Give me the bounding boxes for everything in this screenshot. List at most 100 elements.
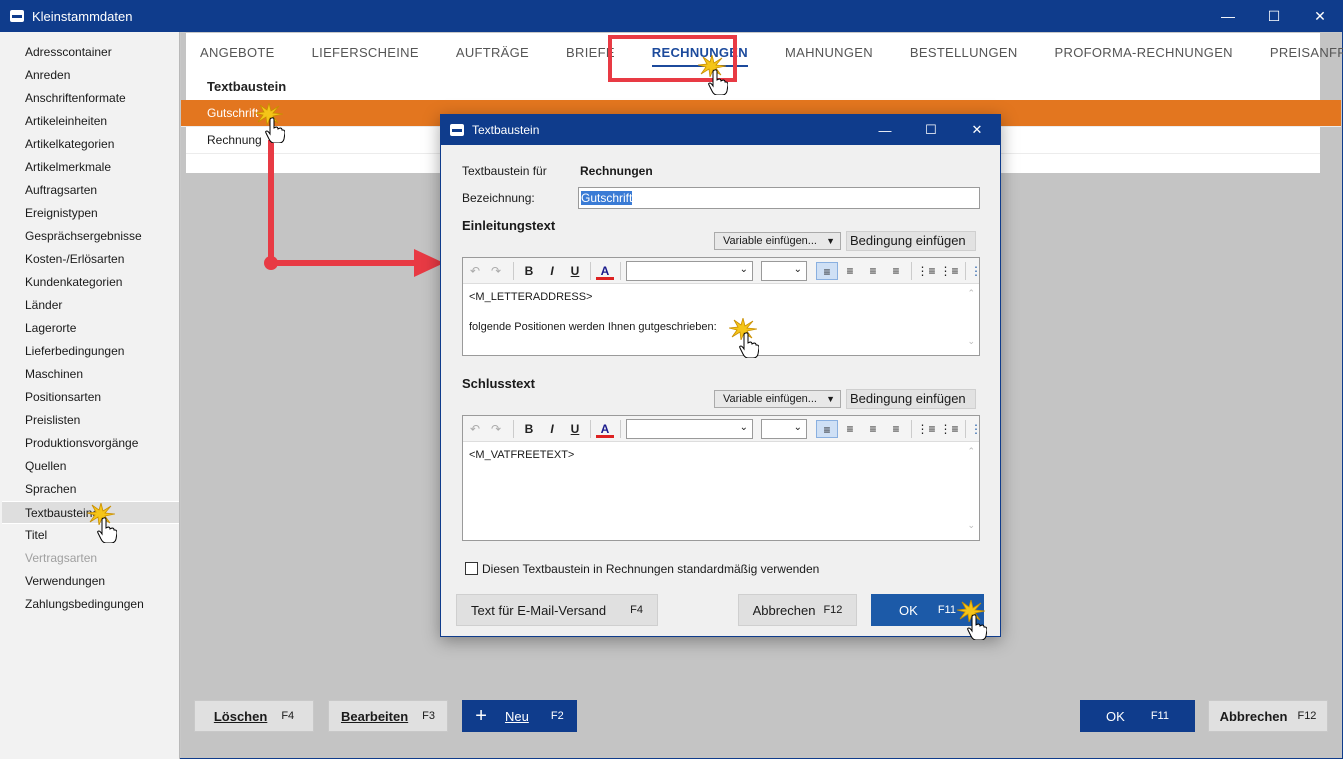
scroll-down-icon[interactable]: ⌄ <box>967 518 975 533</box>
sidebar-item-artikelkategorien[interactable]: Artikelkategorien <box>0 133 179 156</box>
edit-button-key: F3 <box>422 710 436 722</box>
sidebar-item-zahlungsbedingungen[interactable]: Zahlungsbedingungen <box>0 593 179 616</box>
more-tools-icon[interactable]: ⋮ <box>970 262 982 280</box>
closing-variable-select[interactable]: Variable einfügen... ▼ <box>714 390 841 408</box>
dialog-cancel-key: F12 <box>823 604 843 616</box>
numbered-list-icon[interactable]: ⋮≡ <box>939 420 959 438</box>
font-size-select[interactable]: ⌄ <box>761 261 807 281</box>
closing-editor[interactable]: ↶ ↷ B I U A ⌄ ⌄ ≡ ≡ ≡ ≡ ⋮≡ ⋮≡ ⋮ <M_VATFR… <box>462 415 982 541</box>
intro-condition-button[interactable]: Bedingung einfügen <box>846 231 976 251</box>
sidebar: Adresscontainer Anreden Anschriftenforma… <box>0 32 180 759</box>
tab-proforma-rechnungen[interactable]: PROFORMA-RECHNUNGEN <box>1055 33 1233 73</box>
align-left-icon[interactable]: ≡ <box>816 420 838 438</box>
scroll-up-icon[interactable]: ⌃ <box>967 286 975 301</box>
font-color-icon[interactable]: A <box>596 262 614 280</box>
window-titlebar: Kleinstammdaten — ☐ ✕ <box>0 0 1343 32</box>
closing-editor-content[interactable]: <M_VATFREETEXT> ⌃ ⌄ <box>463 442 979 540</box>
bullet-list-icon[interactable]: ⋮≡ <box>916 262 936 280</box>
redo-icon[interactable]: ↷ <box>488 262 504 280</box>
undo-icon[interactable]: ↶ <box>467 262 483 280</box>
redo-icon[interactable]: ↷ <box>488 420 504 438</box>
sidebar-item-auftragsarten[interactable]: Auftragsarten <box>0 179 179 202</box>
sidebar-item-gespraechsergebnisse[interactable]: Gesprächsergebnisse <box>0 225 179 248</box>
font-family-select[interactable]: ⌄ <box>626 261 753 281</box>
sidebar-item-adresscontainer[interactable]: Adresscontainer <box>0 41 179 64</box>
underline-icon[interactable]: U <box>566 262 584 280</box>
intro-editor-toolbar: ↶ ↷ B I U A ⌄ ⌄ ≡ ≡ ≡ ≡ ⋮≡ ⋮≡ ⋮ <box>463 258 982 284</box>
align-justify-icon[interactable]: ≡ <box>886 420 906 438</box>
sidebar-item-lieferbedingungen[interactable]: Lieferbedingungen <box>0 340 179 363</box>
bold-icon[interactable]: B <box>520 420 538 438</box>
bullet-list-icon[interactable]: ⋮≡ <box>916 420 936 438</box>
align-justify-icon[interactable]: ≡ <box>886 262 906 280</box>
underline-icon[interactable]: U <box>566 420 584 438</box>
sidebar-item-produktionsvorgaenge[interactable]: Produktionsvorgänge <box>0 432 179 455</box>
intro-editor-content[interactable]: <M_LETTERADDRESS> folgende Positionen we… <box>463 284 979 346</box>
tab-bestellungen[interactable]: BESTELLUNGEN <box>910 33 1018 73</box>
dialog-close-button[interactable]: ✕ <box>954 115 1000 145</box>
default-checkbox[interactable] <box>465 562 478 575</box>
undo-icon[interactable]: ↶ <box>467 420 483 438</box>
delete-button[interactable]: Löschen F4 <box>194 700 314 732</box>
sidebar-item-anreden[interactable]: Anreden <box>0 64 179 87</box>
tab-mahnungen[interactable]: MAHNUNGEN <box>785 33 873 73</box>
cancel-button[interactable]: Abbrechen F12 <box>1208 700 1328 732</box>
sidebar-item-maschinen[interactable]: Maschinen <box>0 363 179 386</box>
close-button[interactable]: ✕ <box>1297 0 1343 32</box>
for-label: Textbaustein für <box>462 164 547 178</box>
click-cursor-icon <box>729 318 763 358</box>
sidebar-item-titel[interactable]: Titel <box>0 524 179 547</box>
chevron-down-icon: ⌄ <box>793 264 802 275</box>
numbered-list-icon[interactable]: ⋮≡ <box>939 262 959 280</box>
tab-angebote[interactable]: ANGEBOTE <box>200 33 275 73</box>
maximize-button[interactable]: ☐ <box>1251 0 1297 32</box>
closing-editor-toolbar: ↶ ↷ B I U A ⌄ ⌄ ≡ ≡ ≡ ≡ ⋮≡ ⋮≡ ⋮ <box>463 416 982 442</box>
align-center-icon[interactable]: ≡ <box>840 262 860 280</box>
align-right-icon[interactable]: ≡ <box>863 420 883 438</box>
dialog-minimize-button[interactable]: — <box>862 115 908 145</box>
dialog-cancel-button[interactable]: Abbrechen F12 <box>738 594 857 626</box>
sidebar-item-anschriftenformate[interactable]: Anschriftenformate <box>0 87 179 110</box>
scroll-down-icon[interactable]: ⌄ <box>967 334 975 349</box>
sidebar-item-verwendungen[interactable]: Verwendungen <box>0 570 179 593</box>
align-left-icon[interactable]: ≡ <box>816 262 838 280</box>
font-color-icon[interactable]: A <box>596 420 614 438</box>
new-button[interactable]: + Neu F2 <box>462 700 577 732</box>
ok-button-label: OK <box>1106 708 1125 724</box>
sidebar-item-positionsarten[interactable]: Positionsarten <box>0 386 179 409</box>
italic-icon[interactable]: I <box>543 420 561 438</box>
minimize-button[interactable]: — <box>1205 0 1251 32</box>
intro-editor[interactable]: ↶ ↷ B I U A ⌄ ⌄ ≡ ≡ ≡ ≡ ⋮≡ ⋮≡ ⋮ <M_LETTE… <box>462 257 982 356</box>
intro-title: Einleitungstext <box>462 218 556 233</box>
sidebar-item-quellen[interactable]: Quellen <box>0 455 179 478</box>
sidebar-item-artikelmerkmale[interactable]: Artikelmerkmale <box>0 156 179 179</box>
sidebar-item-laender[interactable]: Länder <box>0 294 179 317</box>
for-value: Rechnungen <box>580 164 653 178</box>
sidebar-item-preislisten[interactable]: Preislisten <box>0 409 179 432</box>
sidebar-item-sprachen[interactable]: Sprachen <box>0 478 179 501</box>
sidebar-item-ereignistypen[interactable]: Ereignistypen <box>0 202 179 225</box>
sidebar-item-lagerorte[interactable]: Lagerorte <box>0 317 179 340</box>
intro-variable-label: Variable einfügen... <box>723 235 817 247</box>
tab-auftraege[interactable]: AUFTRÄGE <box>456 33 529 73</box>
ok-button[interactable]: OK F11 <box>1080 700 1195 732</box>
align-right-icon[interactable]: ≡ <box>863 262 883 280</box>
tab-lieferscheine[interactable]: LIEFERSCHEINE <box>312 33 419 73</box>
tab-preisanfragen[interactable]: PREISANFRAGEN <box>1270 33 1343 73</box>
font-family-select[interactable]: ⌄ <box>626 419 753 439</box>
sidebar-item-kundenkategorien[interactable]: Kundenkategorien <box>0 271 179 294</box>
sidebar-item-artikeleinheiten[interactable]: Artikeleinheiten <box>0 110 179 133</box>
font-size-select[interactable]: ⌄ <box>761 419 807 439</box>
intro-variable-select[interactable]: Variable einfügen... ▼ <box>714 232 841 250</box>
align-center-icon[interactable]: ≡ <box>840 420 860 438</box>
dialog-maximize-button[interactable]: ☐ <box>908 115 954 145</box>
sidebar-item-kosten-erloesarten[interactable]: Kosten-/Erlösarten <box>0 248 179 271</box>
edit-button[interactable]: Bearbeiten F3 <box>328 700 448 732</box>
bold-icon[interactable]: B <box>520 262 538 280</box>
closing-condition-button[interactable]: Bedingung einfügen <box>846 389 976 409</box>
name-input[interactable]: Gutschrift <box>578 187 980 209</box>
email-text-button[interactable]: Text für E-Mail-Versand F4 <box>456 594 658 626</box>
scroll-up-icon[interactable]: ⌃ <box>967 444 975 459</box>
more-tools-icon[interactable]: ⋮ <box>970 420 982 438</box>
italic-icon[interactable]: I <box>543 262 561 280</box>
